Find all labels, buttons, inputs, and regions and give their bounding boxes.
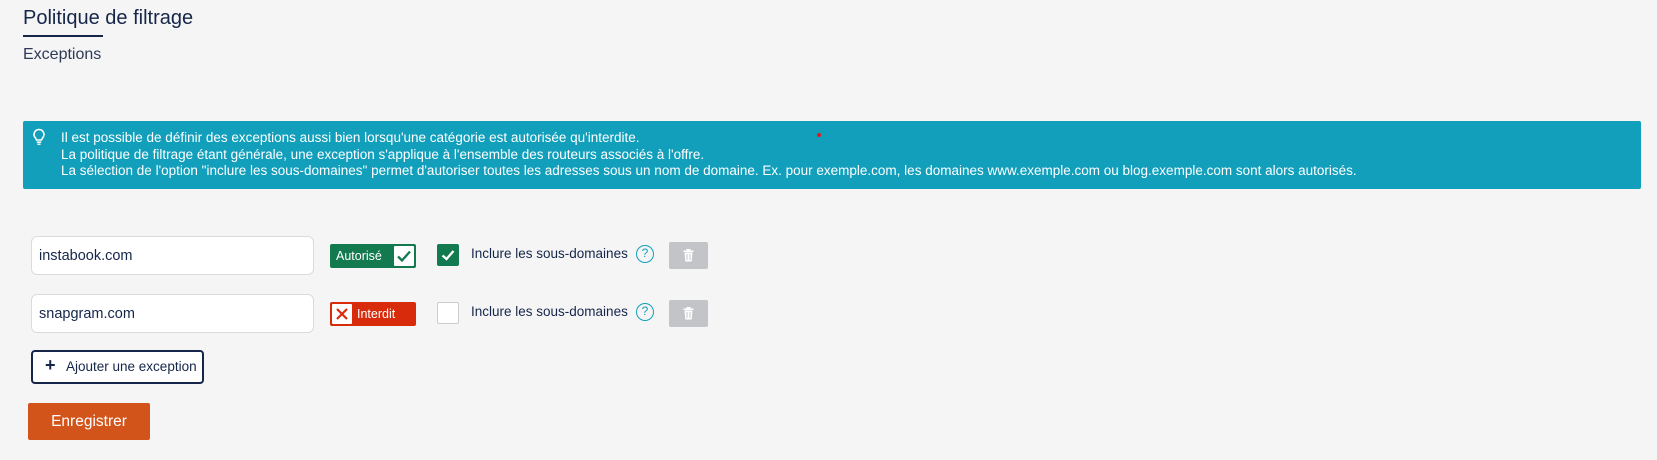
add-exception-label: Ajouter une exception [66,359,197,374]
info-line: La politique de filtrage étant générale,… [61,146,705,162]
page-title: Politique de filtrage [23,7,194,29]
save-button[interactable]: Enregistrer [28,403,150,440]
trash-icon [683,307,694,320]
include-subdomains-checkbox[interactable] [437,302,459,324]
status-toggle[interactable]: Interdit [330,302,416,326]
domain-input[interactable] [31,236,314,275]
question-circle-icon[interactable]: ? [636,303,654,321]
lightbulb-icon [32,128,46,146]
include-subdomains-label: Inclure les sous-domaines [471,246,628,261]
info-line: La sélection de l'option "inclure les so… [61,163,1357,178]
include-subdomains-checkbox[interactable] [437,244,459,266]
red-dot [817,133,821,137]
exception-row: Autorisé Inclure les sous-domaines ? [31,236,731,276]
info-line: Il est possible de définir des exception… [61,130,640,145]
plus-icon: + [45,355,56,375]
info-banner: Il est possible de définir des exception… [23,121,1641,189]
trash-icon [683,249,694,262]
add-exception-button[interactable]: + Ajouter une exception [31,350,204,384]
status-label: Autorisé [336,249,382,263]
delete-button[interactable] [669,242,708,269]
delete-button[interactable] [669,300,708,327]
close-icon [332,304,352,324]
exception-row: Interdit Inclure les sous-domaines ? [31,294,731,334]
check-icon [394,246,414,266]
status-label: Interdit [357,307,396,321]
domain-input[interactable] [31,294,314,333]
status-toggle[interactable]: Autorisé [330,244,416,268]
include-subdomains-label: Inclure les sous-domaines [471,304,628,319]
question-circle-icon[interactable]: ? [636,245,654,263]
title-underline [23,35,103,37]
page-subtitle: Exceptions [23,46,102,63]
